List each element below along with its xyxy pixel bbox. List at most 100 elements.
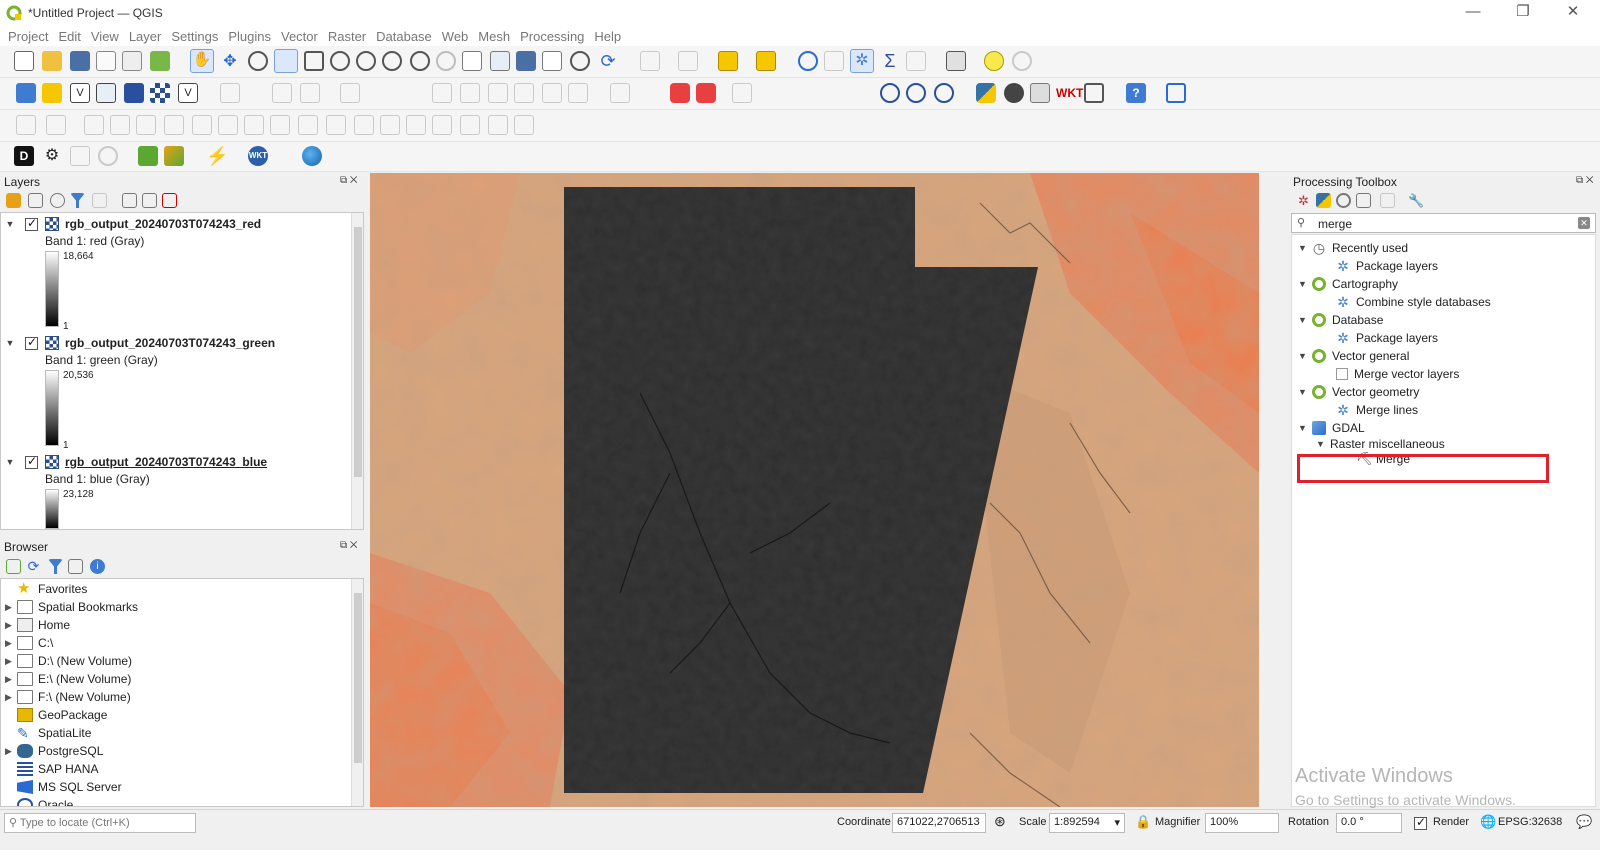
select-by-value-icon[interactable]: [678, 51, 698, 71]
new-bookmark-icon[interactable]: [516, 51, 536, 71]
new-3d-map-icon[interactable]: [490, 51, 510, 71]
scrollbar-thumb[interactable]: [354, 227, 362, 477]
chevron-right-icon[interactable]: ▶: [5, 620, 17, 631]
undo-icon[interactable]: [542, 83, 562, 103]
menu-view[interactable]: View: [91, 29, 119, 44]
binoculars-icon[interactable]: [1004, 83, 1024, 103]
metasearch-icon[interactable]: [934, 83, 954, 103]
expand-all-icon[interactable]: [122, 193, 137, 208]
split-features-icon[interactable]: [354, 115, 374, 135]
layer-name[interactable]: rgb_output_20240703T074243_green: [65, 336, 275, 350]
layer-row-green[interactable]: ▼ rgb_output_20240703T074243_green: [1, 334, 275, 352]
group-vector-general[interactable]: ▼ Vector general: [1298, 347, 1409, 365]
browser-item-bookmarks[interactable]: ▶ Spatial Bookmarks: [5, 598, 138, 616]
quickwkt-icon[interactable]: WKT: [248, 146, 268, 166]
chevron-down-icon[interactable]: ▼: [1298, 315, 1312, 325]
group-recently-used[interactable]: ▼ ◷ Recently used: [1298, 239, 1408, 257]
reverse-line-icon[interactable]: [514, 115, 534, 135]
layer-style-icon[interactable]: [6, 193, 21, 208]
label-pin-icon[interactable]: [696, 83, 716, 103]
refresh-icon[interactable]: ⟳: [598, 51, 618, 71]
browser-item-favorites[interactable]: ★ Favorites: [5, 580, 87, 598]
measure-icon[interactable]: [906, 51, 926, 71]
save-project-icon[interactable]: [70, 51, 90, 71]
layer-row-blue[interactable]: ▼ rgb_output_20240703T074243_blue: [1, 453, 267, 471]
zoom-layer-icon[interactable]: [356, 51, 376, 71]
quick-search-icon[interactable]: [138, 146, 158, 166]
render-checkbox[interactable]: [1414, 815, 1427, 830]
browser-item-c-drive[interactable]: ▶ C:\: [5, 634, 53, 652]
rotate-feature-icon[interactable]: [84, 115, 104, 135]
select-features-icon[interactable]: [640, 51, 660, 71]
split-parts-icon[interactable]: [380, 115, 400, 135]
new-map-view-icon[interactable]: [462, 51, 482, 71]
messages-icon[interactable]: 💬: [1576, 814, 1592, 830]
add-raster-icon[interactable]: [124, 83, 144, 103]
zoom-selection-icon[interactable]: [330, 51, 350, 71]
filter-expression-icon[interactable]: [92, 193, 107, 208]
restore-button[interactable]: ❐: [1500, 0, 1546, 26]
crs-label[interactable]: EPSG:32638: [1498, 816, 1562, 828]
chevron-right-icon[interactable]: ▶: [5, 746, 17, 757]
rotation-field[interactable]: 0.0 °: [1336, 813, 1402, 833]
add-ring-icon[interactable]: [164, 115, 184, 135]
models-icon[interactable]: ✲: [1296, 193, 1311, 208]
layers-dock-buttons[interactable]: ⧉ ✕: [340, 175, 358, 186]
attribute-table-icon[interactable]: [824, 51, 844, 71]
menu-database[interactable]: Database: [376, 29, 432, 44]
browser-item-home[interactable]: ▶ Home: [5, 616, 70, 634]
close-button[interactable]: ✕: [1550, 0, 1596, 26]
group-vector-geometry[interactable]: ▼ Vector geometry: [1298, 383, 1419, 401]
add-vector-icon[interactable]: V: [70, 83, 90, 103]
cut-features-icon[interactable]: [460, 83, 480, 103]
chevron-down-icon[interactable]: ▼: [1298, 279, 1312, 289]
scrollbar-thumb[interactable]: [354, 593, 362, 763]
browser-dock-buttons[interactable]: ⧉ ✕: [340, 540, 358, 551]
manage-map-themes-icon[interactable]: [50, 193, 65, 208]
browser-item-mssql[interactable]: MS SQL Server: [5, 778, 122, 796]
menu-mesh[interactable]: Mesh: [478, 29, 510, 44]
chevron-down-icon[interactable]: ▼: [1298, 351, 1312, 361]
menu-web[interactable]: Web: [442, 29, 469, 44]
label-move-icon[interactable]: [732, 83, 752, 103]
chevron-right-icon[interactable]: ▶: [5, 656, 17, 667]
menu-processing[interactable]: Processing: [520, 29, 584, 44]
open-project-icon[interactable]: [42, 51, 62, 71]
algorithm-package-layers-db[interactable]: ✲ Package layers: [1336, 329, 1438, 347]
add-plugin-icon[interactable]: [70, 146, 90, 166]
remove-layer-icon[interactable]: [162, 193, 177, 208]
processing-toolbox-icon[interactable]: ✲: [850, 49, 874, 73]
zoom-native-icon[interactable]: [382, 51, 402, 71]
identify-features-icon[interactable]: [798, 51, 818, 71]
move-feature-icon[interactable]: [46, 115, 66, 135]
algorithm-package-layers[interactable]: ✲ Package layers: [1336, 257, 1438, 275]
new-geopackage-icon[interactable]: [42, 83, 62, 103]
layer-visibility-checkbox[interactable]: [25, 454, 38, 469]
lock-icon[interactable]: 🔒: [1135, 814, 1151, 830]
copy-features-icon[interactable]: [488, 83, 508, 103]
plugin-connect-icon[interactable]: [1166, 83, 1186, 103]
layers-scrollbar[interactable]: [351, 213, 363, 529]
edit-pencil-icon[interactable]: [220, 83, 240, 103]
paste-features-icon[interactable]: [514, 83, 534, 103]
menu-help[interactable]: Help: [594, 29, 621, 44]
layer-visibility-checkbox[interactable]: [25, 335, 38, 350]
chevron-right-icon[interactable]: ▶: [5, 602, 17, 613]
digitizer-plugin-icon[interactable]: D: [14, 146, 34, 166]
simplify-feature-icon[interactable]: [136, 115, 156, 135]
browser-item-postgresql[interactable]: ▶ PostgreSQL: [5, 742, 103, 760]
browser-item-sap-hana[interactable]: SAP HANA: [5, 760, 98, 778]
algorithm-merge-lines[interactable]: ✲ Merge lines: [1336, 401, 1418, 419]
inspect-icon[interactable]: [1084, 83, 1104, 103]
add-group-icon[interactable]: [28, 193, 43, 208]
data-source-manager-icon[interactable]: [16, 83, 36, 103]
chevron-down-icon[interactable]: ▼: [1298, 243, 1312, 253]
browser-item-oracle[interactable]: Oracle: [5, 796, 73, 806]
wms-icon[interactable]: [906, 83, 926, 103]
coordinate-field[interactable]: 671022,2706513: [892, 813, 986, 833]
add-part-icon[interactable]: [192, 115, 212, 135]
wkt-tool-icon[interactable]: WKT: [1056, 83, 1083, 103]
browser-item-d-drive[interactable]: ▶ D:\ (New Volume): [5, 652, 132, 670]
add-mesh-icon[interactable]: [150, 83, 170, 103]
options-wrench-icon[interactable]: 🔧: [1408, 193, 1424, 208]
